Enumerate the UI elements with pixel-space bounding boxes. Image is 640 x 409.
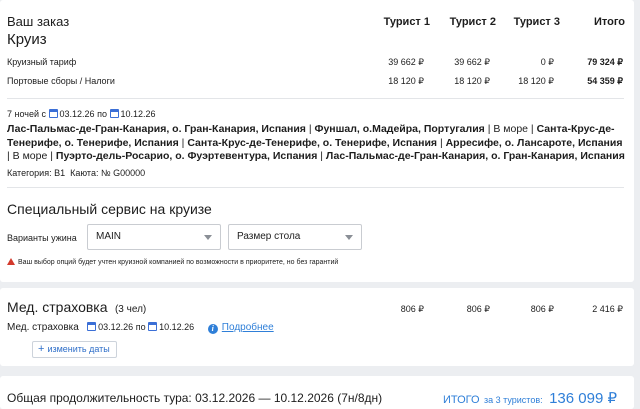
- port-fees-total: 54 359 ₽: [587, 76, 623, 86]
- insurance-row-label: Мед. страховка: [7, 322, 79, 333]
- route-port: Лас-Пальмас-де-Гран-Канария, о. Гран-Кан…: [7, 123, 306, 135]
- insurance-card: Мед. страховка (3 чел) 806 ₽ 806 ₽ 806 ₽…: [0, 288, 634, 366]
- grand-total: ИТОГО за 3 туристов: 136 099 ₽: [443, 389, 617, 408]
- insurance-heading: Мед. страховка (3 чел): [7, 299, 146, 317]
- insurance-count: (3 чел): [114, 304, 147, 315]
- calendar-icon: [48, 109, 58, 118]
- chevron-down-icon: [345, 235, 353, 240]
- cruise-fare-tourist-2: 39 662 ₽: [454, 57, 490, 67]
- column-header-tourist-1: Турист 1: [383, 16, 430, 28]
- order-subtitle: Круиз: [7, 31, 47, 48]
- cabin-value: № G00000: [100, 168, 146, 178]
- change-dates-button[interactable]: + изменить даты: [32, 341, 117, 358]
- total-value: 136 099 ₽: [549, 390, 617, 407]
- category-label: Категория:: [7, 168, 52, 178]
- insurance-tourist-3: 806 ₽: [530, 304, 554, 314]
- insurance-details-link[interactable]: Подробнее: [222, 322, 274, 333]
- insurance-tourist-1: 806 ₽: [400, 304, 424, 314]
- divider: [7, 98, 624, 99]
- insurance-total: 2 416 ₽: [592, 304, 623, 314]
- total-card: Общая продолжительность тура: 03.12.2026…: [0, 376, 634, 409]
- cabin-label: Каюта:: [70, 168, 99, 178]
- route-port: В море: [493, 123, 529, 135]
- insurance-tourist-2: 806 ₽: [466, 304, 490, 314]
- order-card: Ваш заказ Круиз Турист 1 Турист 2 Турист…: [0, 0, 634, 282]
- route-port: Фуншал, о.Мадейра, Португалия: [314, 123, 485, 135]
- dinner-select[interactable]: MAIN: [87, 224, 221, 250]
- nights-text: 7 ночей с: [7, 109, 47, 119]
- insurance-date-from: 03.12.26: [98, 322, 134, 332]
- route-port: Лас-Пальмас-де-Гран-Канария, о. Гран-Кан…: [325, 150, 625, 162]
- column-header-tourist-3: Турист 3: [513, 16, 560, 28]
- column-header-total: Итого: [593, 16, 625, 28]
- warning-icon: [7, 258, 15, 265]
- total-label: ИТОГО: [442, 394, 480, 406]
- route: Лас-Пальмас-де-Гран-Канария, о. Гран-Кан…: [7, 123, 625, 162]
- route-port: Санта-Крус-де-Тенерифе, о. Тенерифе, Исп…: [187, 136, 438, 149]
- route-port: Арресифе, о. Лансароте, Испания: [445, 136, 623, 149]
- warning-text: Ваш выбор опций будет учтен круизной ком…: [18, 259, 339, 266]
- service-title: Специальный сервис на круизе: [7, 201, 212, 217]
- chevron-down-icon: [204, 235, 212, 240]
- dinner-select-value: MAIN: [96, 231, 121, 242]
- insurance-title: Мед. страховка: [7, 299, 108, 315]
- port-fees-label: Портовые сборы / Налоги: [7, 76, 115, 86]
- insurance-row: Мед. страховка 03.12.26 по 10.12.26 i Под…: [7, 322, 274, 334]
- cabin-info: Категория: B1 Каюта: № G00000: [7, 168, 145, 178]
- route-port: В море: [12, 150, 48, 162]
- calendar-icon: [109, 109, 119, 118]
- divider: [7, 187, 624, 188]
- total-for: за 3 туристов:: [484, 395, 543, 405]
- cruise-fare-tourist-3: 0 ₽: [540, 57, 554, 67]
- plus-icon: +: [38, 343, 45, 355]
- change-dates-label: изменить даты: [47, 344, 110, 354]
- cruise-fare-tourist-1: 39 662 ₽: [388, 57, 424, 67]
- calendar-icon: [148, 322, 158, 331]
- calendar-icon: [87, 322, 97, 331]
- dinner-label: Варианты ужина: [7, 233, 77, 243]
- cruise-fare-total: 79 324 ₽: [587, 57, 623, 67]
- date-from: 03.12.26: [59, 109, 95, 119]
- info-icon[interactable]: i: [207, 324, 218, 334]
- order-title: Ваш заказ: [7, 14, 70, 29]
- date-to: 10.12.26: [120, 109, 156, 119]
- route-port: Пуэрто-дель-Росарио, о. Фуэртевентура, И…: [55, 150, 318, 162]
- port-fees-tourist-1: 18 120 ₽: [388, 76, 424, 86]
- service-warning: Ваш выбор опций будет учтен круизной ком…: [7, 258, 338, 266]
- column-header-tourist-2: Турист 2: [449, 16, 496, 28]
- port-fees-tourist-2: 18 120 ₽: [454, 76, 490, 86]
- insurance-date-to-prefix: по: [135, 322, 146, 332]
- cruise-fare-label: Круизный тариф: [7, 57, 77, 67]
- insurance-date-to: 10.12.26: [159, 322, 195, 332]
- table-size-placeholder: Размер стола: [237, 231, 301, 242]
- category-value: B1: [54, 168, 66, 178]
- port-fees-tourist-3: 18 120 ₽: [518, 76, 554, 86]
- cruise-dates: 7 ночей с 03.12.26 по 10.12.26: [7, 109, 156, 119]
- table-size-select[interactable]: Размер стола: [228, 224, 362, 250]
- tour-duration: Общая продолжительность тура: 03.12.2026…: [7, 391, 383, 405]
- date-to-prefix: по: [97, 109, 107, 119]
